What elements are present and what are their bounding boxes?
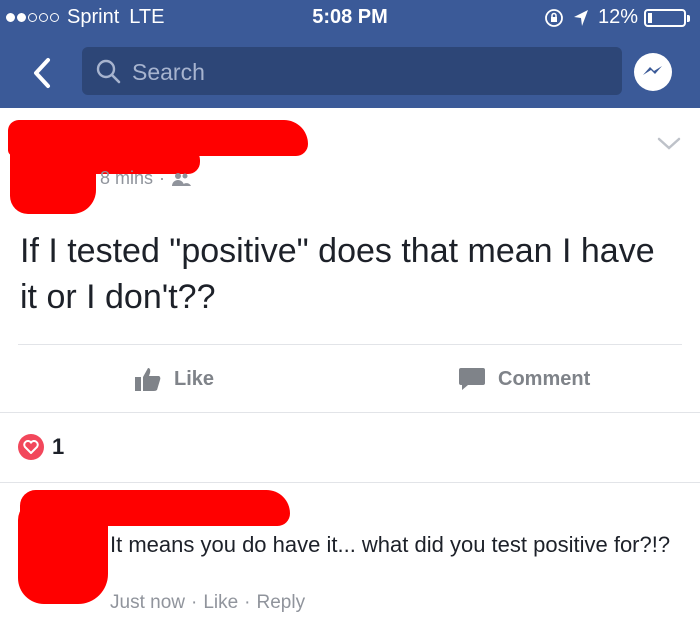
battery-percent: 12%: [597, 6, 638, 28]
comment-button[interactable]: Comment: [458, 366, 590, 392]
status-bar: Sprint LTE 5:08 PM 12%: [0, 0, 700, 36]
comment-label: Comment: [498, 367, 591, 390]
section-divider: [0, 482, 700, 483]
search-icon: [96, 59, 121, 84]
comment-icon: [459, 368, 485, 390]
reaction-count: 1: [52, 434, 65, 459]
search-placeholder: Search: [132, 59, 205, 85]
post-text: If I tested "positive" does that mean I …: [20, 232, 655, 316]
comment-time: Just now: [110, 592, 185, 613]
nav-bar: Search: [0, 36, 700, 108]
comment-meta: Just now · Like · Reply: [110, 592, 306, 613]
post-meta: 8 mins ·: [100, 168, 192, 189]
reaction-summary[interactable]: 1: [18, 434, 64, 460]
comment-text: It means you do have it... what did you …: [110, 532, 671, 557]
battery-icon: [644, 8, 690, 27]
orientation-lock-icon: [545, 8, 563, 27]
like-button[interactable]: Like: [134, 366, 214, 392]
redacted-avatar: [10, 134, 96, 214]
post-time: 8 mins: [100, 168, 154, 188]
messenger-bolt-icon: [643, 66, 662, 75]
comment-reply-link[interactable]: Reply: [257, 592, 306, 613]
top-bar: Sprint LTE 5:08 PM 12% Search: [0, 0, 700, 108]
search-input[interactable]: Search: [82, 47, 622, 95]
love-reaction-icon: [18, 434, 44, 460]
back-chevron-icon[interactable]: [28, 56, 58, 90]
section-divider: [0, 412, 700, 413]
thumbs-up-icon: [135, 368, 161, 391]
location-arrow-icon: [573, 9, 588, 26]
friends-icon: [172, 172, 192, 186]
chevron-down-icon[interactable]: [656, 136, 682, 152]
comment-like-link[interactable]: Like: [203, 592, 238, 613]
like-label: Like: [174, 367, 215, 390]
status-right: 12%: [544, 6, 690, 29]
messenger-icon[interactable]: [634, 53, 672, 91]
redacted-commenter-avatar: [18, 500, 108, 604]
divider: [18, 344, 682, 345]
